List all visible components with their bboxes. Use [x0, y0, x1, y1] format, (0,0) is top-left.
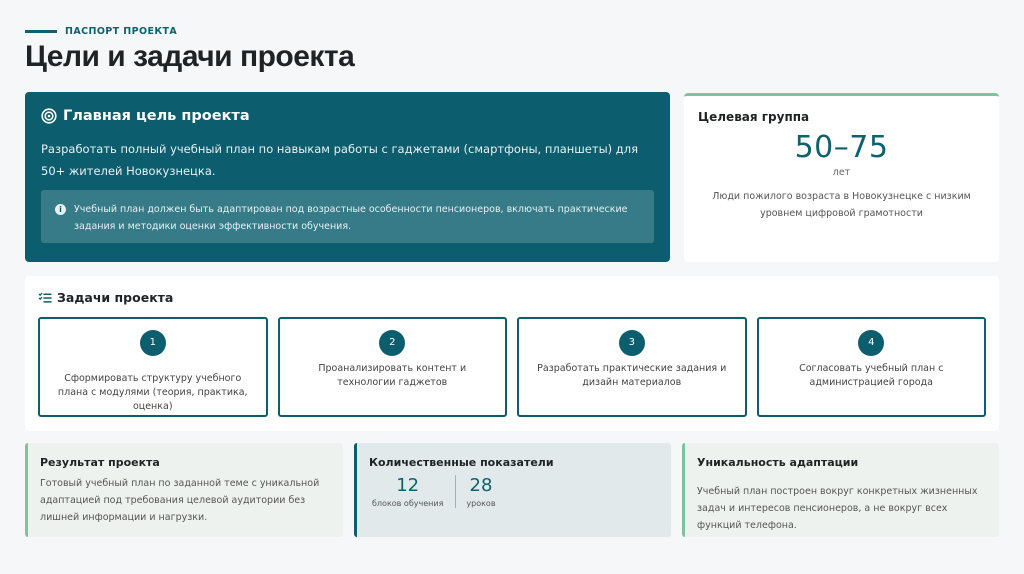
target-group-description: Люди пожилого возраста в Новокузнецке с … [712, 191, 971, 219]
uniqueness-title: Уникальность адаптации [697, 456, 859, 469]
task-row: 1 Сформировать структуру учебного плана … [38, 317, 986, 417]
tasks-title: Задачи проекта [57, 290, 174, 305]
eyebrow-text: ПАСПОРТ ПРОЕКТА [65, 26, 178, 37]
metrics-row: 12 блоков обучения 28 уроков [369, 475, 659, 508]
tasks-section: Задачи проекта 1 Сформировать структуру … [25, 276, 999, 431]
task-card-4: 4 Согласовать учебный план с администрац… [756, 317, 986, 417]
goal-note: i Учебный план должен быть адаптирован п… [41, 190, 654, 243]
header: ПАСПОРТ ПРОЕКТА Цели и задачи проекта [25, 26, 355, 74]
metric-value: 12 [396, 475, 420, 496]
info-icon: i [55, 204, 66, 215]
page-title: Цели и задачи проекта [25, 40, 355, 73]
metrics-card: Количественные показатели 12 блоков обуч… [354, 443, 671, 537]
metric-label: уроков [466, 499, 496, 508]
tasks-heading: Задачи проекта [38, 290, 986, 305]
eyebrow-line [25, 30, 57, 33]
task-number: 4 [858, 330, 885, 356]
task-text: Проанализировать контент и технологии га… [318, 363, 467, 388]
goal-note-text: Учебный план должен быть адаптирован под… [74, 204, 628, 232]
task-text: Разработать практические задания и дизай… [537, 363, 727, 388]
eyebrow: ПАСПОРТ ПРОЕКТА [25, 26, 354, 37]
target-group-unit: лет [832, 167, 851, 178]
task-card-1: 1 Сформировать структуру учебного плана … [38, 317, 268, 417]
task-card-3: 3 Разработать практические задания и диз… [517, 317, 747, 417]
target-group-card: Целевая группа 50–75 лет Люди пожилого в… [684, 93, 999, 262]
goal-text: Разработать полный учебный план по навык… [41, 142, 639, 178]
uniqueness-card: Уникальность адаптации Учебный план пост… [682, 443, 999, 537]
metric-blocks: 12 блоков обучения [369, 475, 455, 508]
metric-label: блоков обучения [372, 499, 444, 508]
target-group-title: Целевая группа [698, 110, 810, 124]
metrics-title: Количественные показатели [369, 456, 554, 469]
task-number: 2 [379, 330, 406, 356]
result-text: Готовый учебный план по заданной теме с … [40, 478, 320, 523]
task-card-2: 2 Проанализировать контент и технологии … [277, 317, 507, 417]
task-number: 3 [618, 330, 645, 356]
goal-card: Главная цель проекта Разработать полный … [25, 92, 670, 262]
metric-value: 28 [469, 475, 493, 496]
target-icon [41, 108, 57, 124]
result-title: Результат проекта [40, 456, 160, 469]
target-group-value: 50–75 [794, 130, 889, 165]
task-text: Сформировать структуру учебного плана с … [57, 373, 248, 412]
goal-title: Главная цель проекта [63, 108, 250, 124]
goal-heading: Главная цель проекта [41, 108, 654, 124]
uniqueness-text: Учебный план построен вокруг конкретных … [697, 486, 978, 531]
task-text: Согласовать учебный план с администрацие… [799, 363, 944, 388]
task-number: 1 [139, 330, 166, 356]
task-list-icon [38, 292, 52, 303]
result-card: Результат проекта Готовый учебный план п… [25, 443, 343, 537]
metric-lessons: 28 уроков [455, 475, 507, 508]
